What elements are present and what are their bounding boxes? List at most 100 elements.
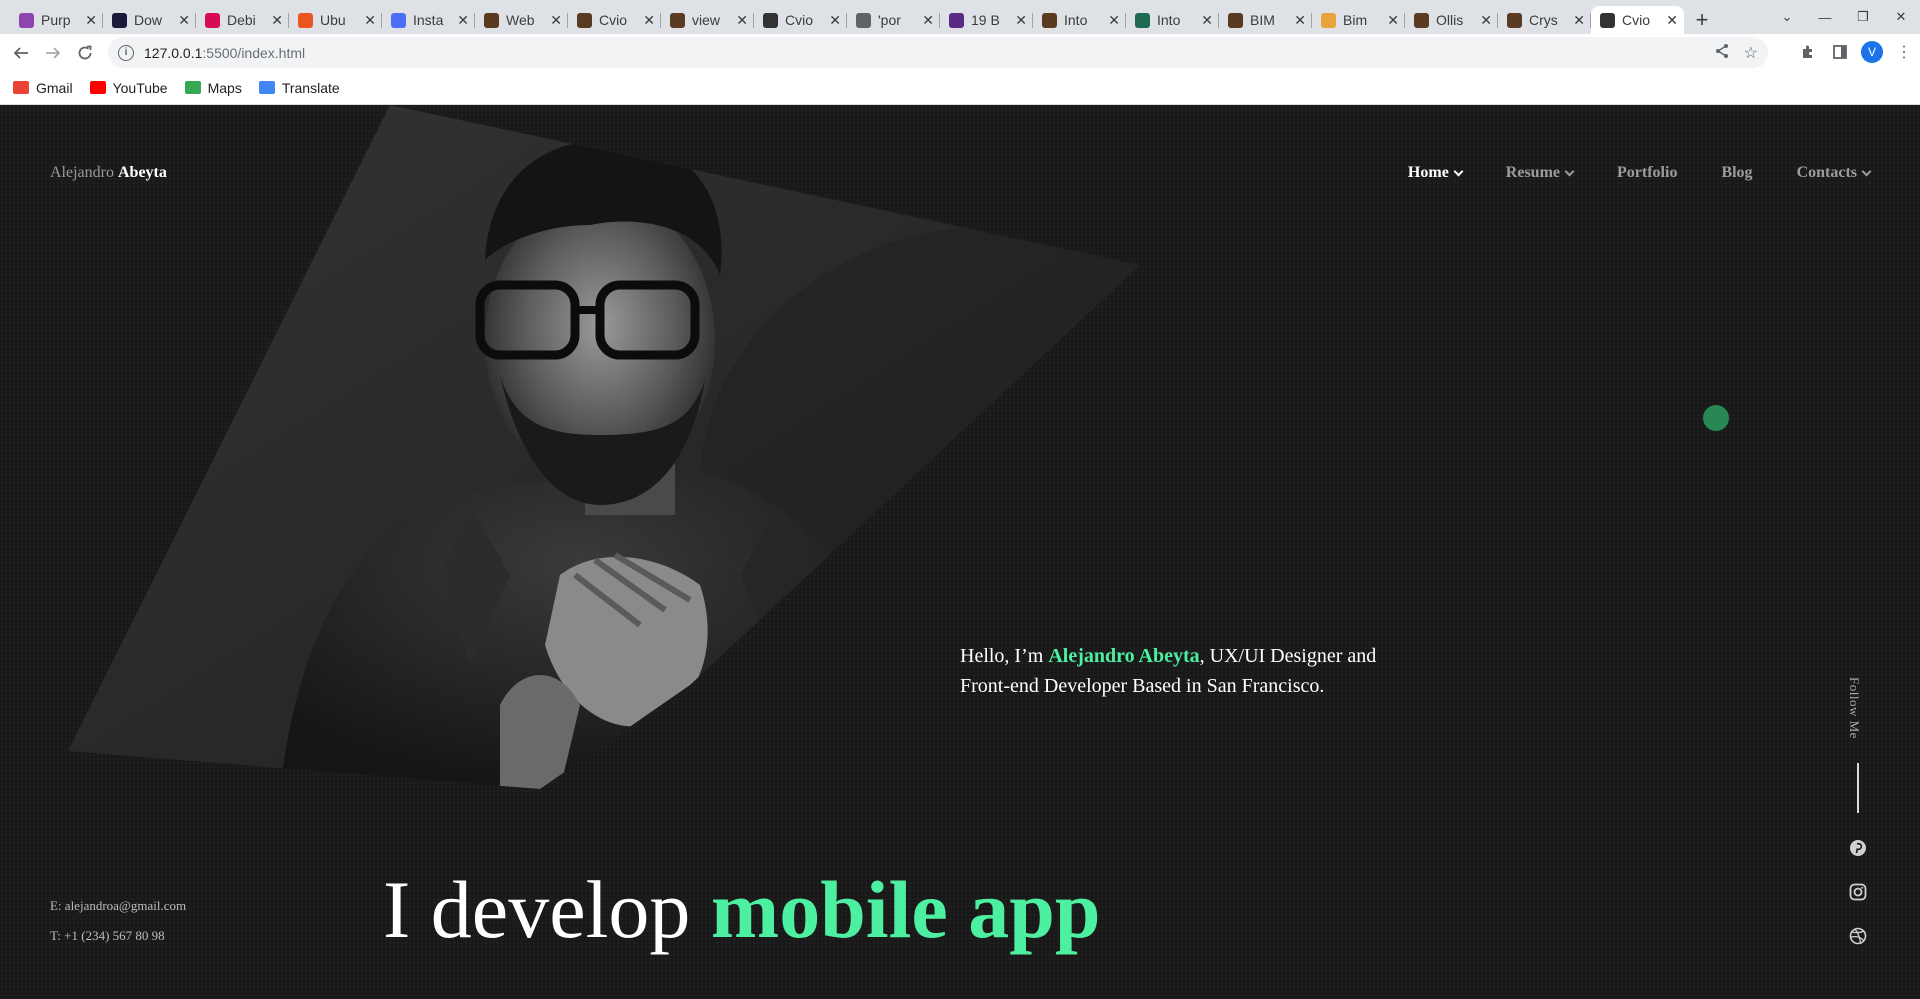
tab-close-icon[interactable]: ✕ [364, 12, 376, 29]
nav-item-label: Contacts [1796, 164, 1857, 181]
tab-favicon-icon [1414, 12, 1429, 28]
email-line[interactable]: E: alejandroa@gmail.com [50, 891, 186, 921]
extensions-icon[interactable] [1792, 36, 1824, 68]
bookmark-item[interactable]: Gmail [13, 80, 73, 96]
tab-favicon-icon [1600, 12, 1615, 28]
nav-item-label: Resume [1505, 164, 1561, 181]
tab-close-icon[interactable]: ✕ [1108, 12, 1120, 29]
bookmark-item[interactable]: YouTube [89, 79, 168, 96]
browser-tab[interactable]: Insta ✕ [382, 6, 475, 34]
tab-search-icon[interactable]: ⌄ [1768, 9, 1806, 25]
tab-title: Purp [41, 12, 71, 28]
address-bar[interactable]: i 127.0.0.1:5500/index.html ☆ [108, 37, 1768, 68]
tab-close-icon[interactable]: ✕ [1294, 12, 1306, 29]
browser-tab[interactable]: Cvio ✕ [1591, 6, 1684, 34]
tab-favicon-icon [391, 12, 406, 28]
browser-tab[interactable]: Purp ✕ [10, 6, 103, 34]
tab-close-icon[interactable]: ✕ [1573, 12, 1585, 29]
nav-item-label: Home [1407, 164, 1449, 181]
tab-title: Ollis [1436, 12, 1464, 28]
browser-tab[interactable]: Into ✕ [1033, 6, 1126, 34]
browser-tab[interactable]: view ✕ [661, 6, 754, 34]
tab-close-icon[interactable]: ✕ [1201, 12, 1213, 29]
pinterest-icon[interactable] [1848, 838, 1868, 858]
tab-close-icon[interactable]: ✕ [271, 12, 283, 29]
tab-strip: Purp ✕ Dow ✕ Debi ✕ Ubu ✕ Insta ✕ Web ✕ Cvio ✕ view ✕ Cv… [0, 0, 1920, 34]
phone-line[interactable]: T: +1 (234) 567 80 98 [50, 921, 186, 951]
bookmark-star-icon[interactable]: ☆ [1744, 43, 1758, 64]
tab-favicon-icon [763, 12, 778, 28]
browser-tab[interactable]: Web ✕ [475, 6, 568, 34]
headline-highlight: mobile app [710, 864, 1101, 955]
bookmark-item[interactable]: Maps [184, 80, 242, 96]
browser-tab[interactable]: 19 B ✕ [940, 6, 1033, 34]
tab-close-icon[interactable]: ✕ [1387, 12, 1399, 29]
browser-tab[interactable]: 'por ✕ [847, 6, 940, 34]
tab-favicon-icon [670, 12, 685, 28]
tab-favicon-icon [205, 12, 220, 28]
browser-tab[interactable]: Ollis ✕ [1405, 6, 1498, 34]
tab-favicon-icon [1321, 12, 1336, 28]
close-window-icon[interactable]: ✕ [1882, 9, 1920, 25]
tab-close-icon[interactable]: ✕ [550, 12, 562, 29]
tab-close-icon[interactable]: ✕ [829, 12, 841, 29]
site-logo[interactable]: Alejandro Abeyta [50, 164, 167, 182]
url-path: :5500/index.html [202, 44, 306, 61]
browser-tab[interactable]: Bim ✕ [1312, 6, 1405, 34]
nav-item-home[interactable]: Home [1407, 164, 1464, 182]
tab-close-icon[interactable]: ✕ [85, 12, 97, 29]
logo-last-name: Abeyta [117, 164, 167, 181]
share-icon[interactable] [1714, 43, 1730, 64]
bookmark-item[interactable]: Translate [258, 80, 340, 96]
tab-close-icon[interactable]: ✕ [922, 12, 934, 29]
tab-title: Cvio [599, 12, 628, 28]
tab-title: 'por [878, 12, 901, 28]
headline-prefix: I develop [383, 864, 711, 955]
side-panel-icon[interactable] [1824, 36, 1856, 68]
tab-favicon-icon [298, 12, 313, 28]
browser-tab[interactable]: Crys ✕ [1498, 6, 1591, 34]
browser-tab[interactable]: Cvio ✕ [568, 6, 661, 34]
nav-item-label: Blog [1721, 164, 1753, 181]
back-icon[interactable] [5, 37, 37, 69]
tab-close-icon[interactable]: ✕ [736, 12, 748, 29]
reload-icon[interactable] [69, 37, 101, 69]
dribbble-icon[interactable] [1848, 926, 1868, 946]
profile-avatar[interactable]: V [1861, 41, 1883, 63]
browser-menu-icon[interactable]: ⋮ [1888, 36, 1920, 68]
nav-item-contacts[interactable]: Contacts [1796, 164, 1872, 182]
browser-tab[interactable]: Cvio ✕ [754, 6, 847, 34]
new-tab-button[interactable]: + [1684, 6, 1720, 34]
browser-tab[interactable]: BIM ✕ [1219, 6, 1312, 34]
cursor-follower-dot [1703, 405, 1729, 431]
tab-close-icon[interactable]: ✕ [1666, 12, 1678, 29]
browser-tab[interactable]: Debi ✕ [196, 6, 289, 34]
tab-close-icon[interactable]: ✕ [1480, 12, 1492, 29]
minimize-icon[interactable]: — [1806, 10, 1844, 25]
bookmark-label: YouTube [112, 79, 168, 96]
tab-close-icon[interactable]: ✕ [643, 12, 655, 29]
tab-favicon-icon [19, 12, 34, 28]
browser-tab[interactable]: Into ✕ [1126, 6, 1219, 34]
forward-icon[interactable] [37, 37, 69, 69]
tab-title: Web [506, 12, 535, 28]
bookmark-favicon-icon [13, 81, 29, 94]
tab-title: view [692, 12, 721, 28]
follow-divider [1857, 763, 1859, 813]
nav-item-resume[interactable]: Resume [1505, 164, 1575, 182]
tab-close-icon[interactable]: ✕ [1015, 12, 1027, 29]
nav-item-portfolio[interactable]: Portfolio [1617, 164, 1677, 182]
instagram-icon[interactable] [1848, 882, 1868, 902]
tab-title: Ubu [320, 12, 346, 28]
nav-item-blog[interactable]: Blog [1721, 164, 1752, 182]
site-info-icon[interactable]: i [118, 44, 134, 61]
tab-close-icon[interactable]: ✕ [457, 12, 469, 29]
tab-close-icon[interactable]: ✕ [178, 12, 190, 29]
restore-icon[interactable]: ❐ [1844, 9, 1882, 25]
tab-title: BIM [1250, 12, 1275, 28]
browser-toolbar: i 127.0.0.1:5500/index.html ☆ V ⋮ [0, 34, 1920, 71]
tab-title: 19 B [971, 12, 1000, 28]
hero-headline: I develop mobile app [383, 860, 1100, 960]
browser-tab[interactable]: Ubu ✕ [289, 6, 382, 34]
browser-tab[interactable]: Dow ✕ [103, 6, 196, 34]
